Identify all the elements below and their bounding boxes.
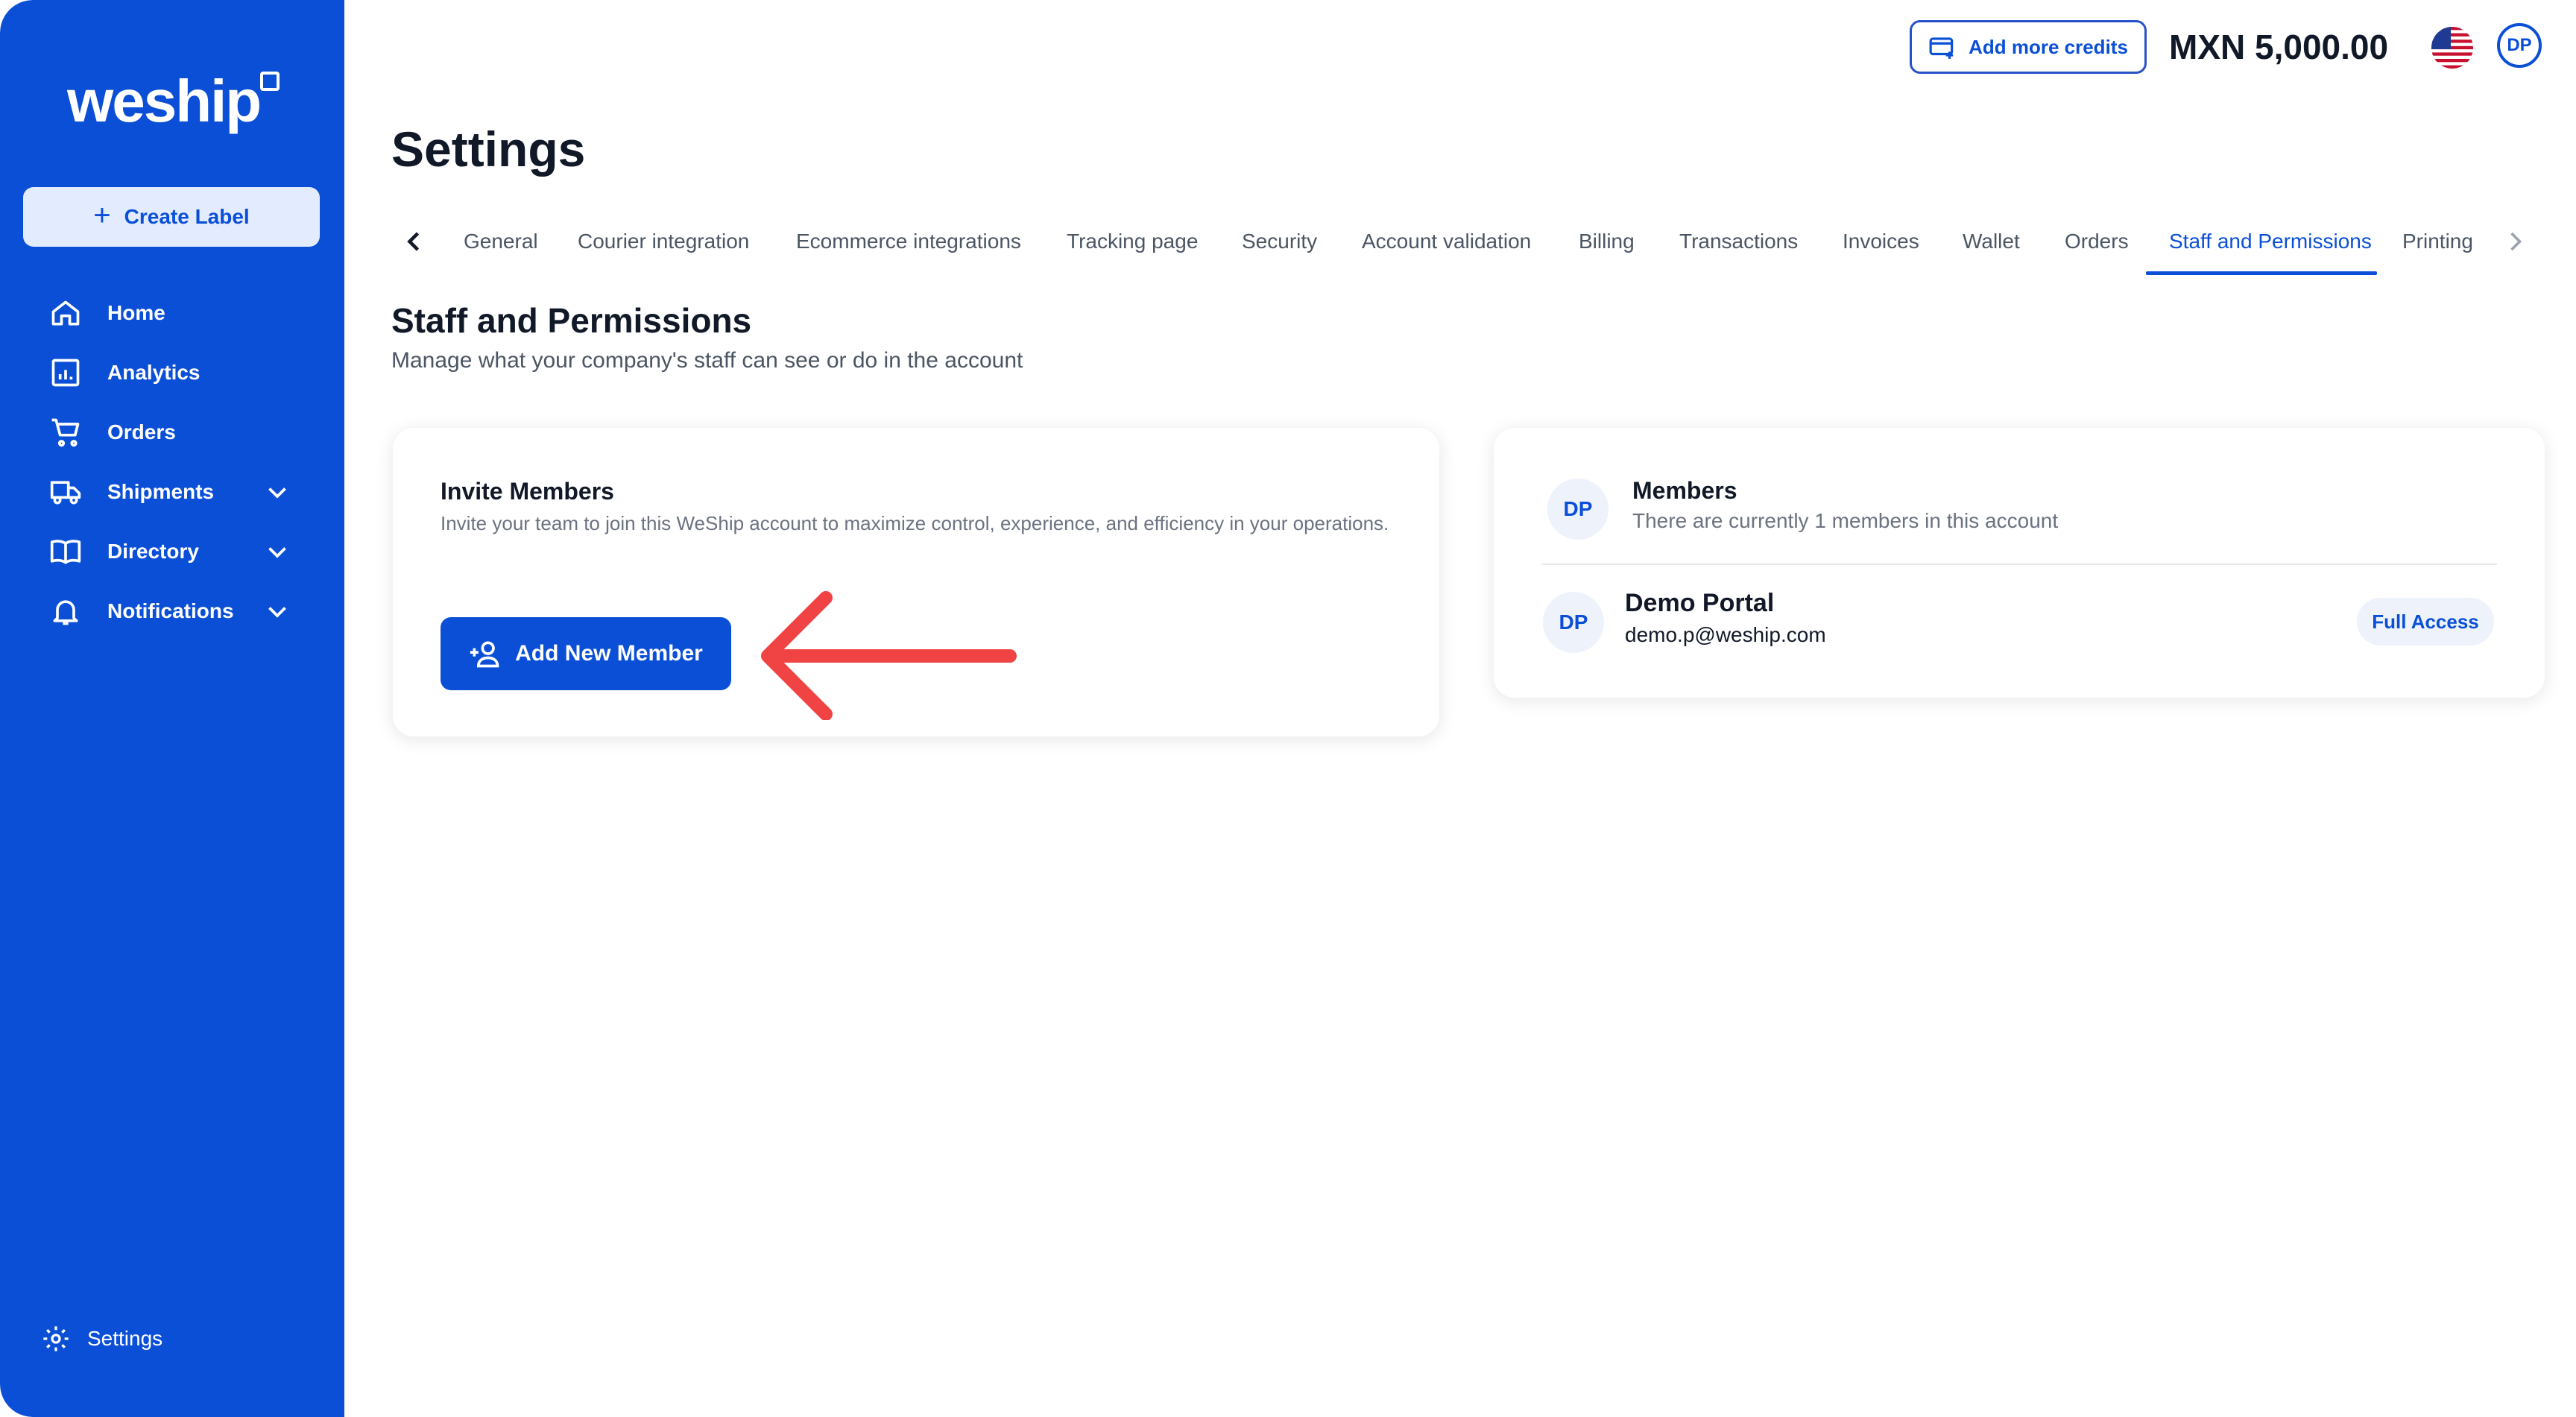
tab-general[interactable]: General [464, 227, 538, 256]
annotation-arrow-icon [761, 591, 1017, 720]
sidebar-item-orders[interactable]: Orders [0, 403, 344, 462]
user-plus-icon [470, 641, 499, 668]
tab-security[interactable]: Security [1242, 227, 1317, 256]
invite-description: Invite your team to join this WeShip acc… [441, 512, 1389, 534]
truck-icon [50, 481, 81, 505]
user-avatar[interactable]: DP [2497, 23, 2542, 68]
sidebar-item-label: Analytics [107, 361, 201, 384]
plus-icon: + [93, 199, 111, 232]
tab-courier-integration[interactable]: Courier integration [578, 227, 749, 256]
sidebar-item-notifications[interactable]: Notifications [0, 581, 344, 641]
member-email: demo.p@weship.com [1625, 623, 1826, 646]
sidebar-nav: Home Analytics Orders Shipments Director… [0, 283, 344, 641]
sidebar-item-shipments[interactable]: Shipments [0, 462, 344, 522]
us-flag-icon[interactable] [2431, 27, 2473, 69]
book-icon [50, 540, 81, 564]
wallet-balance: MXN 5,000.00 [2169, 28, 2389, 66]
invite-title: Invite Members [441, 478, 614, 505]
active-tab-indicator [2146, 271, 2377, 275]
members-card: DP Members There are currently 1 members… [1494, 428, 2545, 698]
sidebar-item-directory[interactable]: Directory [0, 522, 344, 581]
sidebar-item-analytics[interactable]: Analytics [0, 343, 344, 403]
bell-icon [53, 600, 78, 625]
members-title: Members [1632, 477, 1737, 504]
sidebar: weship + Create Label Home Analytics Ord… [0, 0, 344, 1417]
members-count: There are currently 1 members in this ac… [1632, 509, 2059, 532]
chevron-left-icon[interactable] [397, 225, 430, 258]
app-window: weship + Create Label Home Analytics Ord… [0, 0, 2576, 1417]
sidebar-item-label: Shipments [107, 480, 215, 503]
chevron-down-icon[interactable] [264, 538, 291, 565]
tab-account-validation[interactable]: Account validation [1362, 227, 1531, 256]
sidebar-item-label: Notifications [107, 599, 234, 622]
members-avatar: DP [1547, 479, 1609, 540]
analytics-icon [51, 359, 80, 387]
gear-icon [43, 1326, 69, 1351]
page-title: Settings [391, 121, 586, 177]
create-label-text: Create Label [124, 205, 250, 228]
tab-tracking-page[interactable]: Tracking page [1067, 227, 1198, 256]
chevron-down-icon[interactable] [264, 479, 291, 505]
settings-tabs: General Courier integration Ecommerce in… [391, 209, 2523, 277]
section-subtitle: Manage what your company's staff can see… [391, 348, 1023, 373]
sidebar-item-label: Orders [107, 420, 176, 444]
member-name: Demo Portal [1625, 589, 1775, 617]
tab-staff-and-permissions[interactable]: Staff and Permissions [2169, 227, 2372, 256]
tab-ecommerce-integrations[interactable]: Ecommerce integrations [796, 227, 1021, 256]
logo-mark-icon [260, 72, 280, 91]
chevron-down-icon[interactable] [264, 598, 291, 625]
tab-billing[interactable]: Billing [1579, 227, 1635, 256]
add-new-member-label: Add New Member [515, 641, 703, 666]
sidebar-item-home[interactable]: Home [0, 283, 344, 343]
sidebar-item-label: Directory [107, 540, 199, 563]
sidebar-item-settings[interactable]: Settings [41, 1324, 162, 1354]
section-title: Staff and Permissions [391, 301, 752, 340]
add-credits-label: Add more credits [1969, 35, 2128, 58]
tab-orders[interactable]: Orders [2065, 227, 2129, 256]
card-plus-icon [1929, 37, 1954, 59]
member-avatar: DP [1543, 592, 1604, 653]
sidebar-item-label: Settings [87, 1327, 163, 1350]
access-badge[interactable]: Full Access [2357, 598, 2494, 646]
tab-wallet[interactable]: Wallet [1963, 227, 2020, 256]
home-icon [51, 300, 80, 326]
tab-printing[interactable]: Printing [2402, 227, 2473, 256]
logo: weship [67, 68, 262, 134]
cart-icon [51, 418, 80, 447]
divider [1541, 564, 2497, 565]
tab-transactions[interactable]: Transactions [1679, 227, 1798, 256]
tab-invoices[interactable]: Invoices [1843, 227, 1919, 256]
create-label-button[interactable]: + Create Label [23, 187, 320, 247]
add-credits-button[interactable]: Add more credits [1910, 20, 2147, 74]
add-new-member-button[interactable]: Add New Member [441, 617, 731, 690]
sidebar-item-label: Home [107, 301, 165, 324]
chevron-right-icon[interactable] [2499, 225, 2532, 258]
